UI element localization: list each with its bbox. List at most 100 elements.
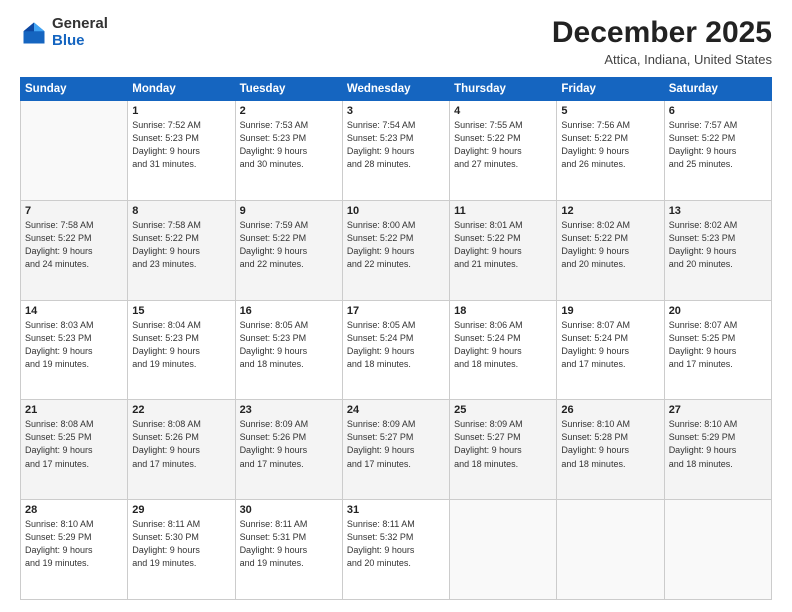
day-number: 1 xyxy=(132,105,230,117)
calendar-day-cell: 5 Sunrise: 7:56 AM Sunset: 5:22 PM Daylig… xyxy=(557,101,664,201)
calendar-day-header: Tuesday xyxy=(235,78,342,101)
day-info: Sunrise: 8:05 AM Sunset: 5:24 PM Dayligh… xyxy=(347,319,445,371)
calendar-day-cell: 22 Sunrise: 8:08 AM Sunset: 5:26 PM Dayli… xyxy=(128,400,235,500)
calendar-day-cell: 25 Sunrise: 8:09 AM Sunset: 5:27 PM Dayli… xyxy=(450,400,557,500)
calendar-day-cell: 1 Sunrise: 7:52 AM Sunset: 5:23 PM Daylig… xyxy=(128,101,235,201)
logo-icon xyxy=(20,19,48,47)
calendar-day-cell: 8Sunrise: 7:58 AM Sunset: 5:22 PM Daylig… xyxy=(128,200,235,300)
day-info: Sunrise: 8:00 AM Sunset: 5:22 PM Dayligh… xyxy=(347,219,445,271)
calendar-day-cell: 29 Sunrise: 8:11 AM Sunset: 5:30 PM Dayli… xyxy=(128,500,235,600)
day-number: 9 xyxy=(240,205,338,217)
calendar-day-header: Saturday xyxy=(664,78,771,101)
calendar-day-cell xyxy=(450,500,557,600)
day-info: Sunrise: 7:53 AM Sunset: 5:23 PM Dayligh… xyxy=(240,119,338,171)
calendar-table: SundayMondayTuesdayWednesdayThursdayFrid… xyxy=(20,77,772,600)
calendar-day-cell: 24 Sunrise: 8:09 AM Sunset: 5:27 PM Dayli… xyxy=(342,400,449,500)
calendar-week-row: 7 Sunrise: 7:58 AM Sunset: 5:22 PM Daylig… xyxy=(21,200,772,300)
day-number: 29 xyxy=(132,504,230,516)
calendar-day-cell: 9 Sunrise: 7:59 AM Sunset: 5:22 PM Daylig… xyxy=(235,200,342,300)
day-number: 28 xyxy=(25,504,123,516)
day-number: 6 xyxy=(669,105,767,117)
day-number: 20 xyxy=(669,305,767,317)
day-number: 18 xyxy=(454,305,552,317)
calendar-day-cell: 14 Sunrise: 8:03 AM Sunset: 5:23 PM Dayli… xyxy=(21,300,128,400)
day-info: Sunrise: 8:08 AM Sunset: 5:26 PM Dayligh… xyxy=(132,418,230,470)
day-info: Sunrise: 8:11 AM Sunset: 5:32 PM Dayligh… xyxy=(347,518,445,570)
calendar-day-header: Friday xyxy=(557,78,664,101)
day-number: 4 xyxy=(454,105,552,117)
day-number: 11 xyxy=(454,205,552,217)
calendar-day-cell: 26 Sunrise: 8:10 AM Sunset: 5:28 PM Dayli… xyxy=(557,400,664,500)
calendar-day-header: Thursday xyxy=(450,78,557,101)
calendar-day-cell: 13 Sunrise: 8:02 AM Sunset: 5:23 PM Dayli… xyxy=(664,200,771,300)
calendar-day-cell: 6Sunrise: 7:57 AM Sunset: 5:22 PM Daylig… xyxy=(664,101,771,201)
day-info: Sunrise: 7:52 AM Sunset: 5:23 PM Dayligh… xyxy=(132,119,230,171)
day-number: 24 xyxy=(347,404,445,416)
day-info: Sunrise: 8:02 AM Sunset: 5:22 PM Dayligh… xyxy=(561,219,659,271)
day-number: 12 xyxy=(561,205,659,217)
day-number: 5 xyxy=(561,105,659,117)
day-number: 22 xyxy=(132,404,230,416)
day-number: 25 xyxy=(454,404,552,416)
day-number: 30 xyxy=(240,504,338,516)
logo-blue-text: Blue xyxy=(52,33,108,50)
calendar-day-cell: 27 Sunrise: 8:10 AM Sunset: 5:29 PM Dayli… xyxy=(664,400,771,500)
day-number: 23 xyxy=(240,404,338,416)
day-info: Sunrise: 8:10 AM Sunset: 5:29 PM Dayligh… xyxy=(669,418,767,470)
calendar-day-cell: 19 Sunrise: 8:07 AM Sunset: 5:24 PM Dayli… xyxy=(557,300,664,400)
subtitle: Attica, Indiana, United States xyxy=(552,52,772,67)
page: General Blue December 2025 Attica, India… xyxy=(0,0,792,612)
calendar-day-cell: 2 Sunrise: 7:53 AM Sunset: 5:23 PM Daylig… xyxy=(235,101,342,201)
day-number: 26 xyxy=(561,404,659,416)
day-info: Sunrise: 7:58 AM Sunset: 5:22 PM Dayligh… xyxy=(132,219,230,271)
day-number: 10 xyxy=(347,205,445,217)
logo: General Blue xyxy=(20,16,108,49)
calendar-day-header: Sunday xyxy=(21,78,128,101)
day-info: Sunrise: 8:08 AM Sunset: 5:25 PM Dayligh… xyxy=(25,418,123,470)
day-info: Sunrise: 8:11 AM Sunset: 5:30 PM Dayligh… xyxy=(132,518,230,570)
calendar-day-cell: 15Sunrise: 8:04 AM Sunset: 5:23 PM Dayli… xyxy=(128,300,235,400)
logo-general-text: General xyxy=(52,16,108,33)
header: General Blue December 2025 Attica, India… xyxy=(20,16,772,67)
day-info: Sunrise: 8:04 AM Sunset: 5:23 PM Dayligh… xyxy=(132,319,230,371)
calendar-day-cell: 7Sunrise: 7:58 AM Sunset: 5:22 PM Daylig… xyxy=(21,200,128,300)
calendar-week-row: 28 Sunrise: 8:10 AM Sunset: 5:29 PM Dayli… xyxy=(21,500,772,600)
calendar-day-cell: 17Sunrise: 8:05 AM Sunset: 5:24 PM Dayli… xyxy=(342,300,449,400)
calendar-day-cell: 30Sunrise: 8:11 AM Sunset: 5:31 PM Dayli… xyxy=(235,500,342,600)
calendar-day-cell: 23Sunrise: 8:09 AM Sunset: 5:26 PM Dayli… xyxy=(235,400,342,500)
day-number: 27 xyxy=(669,404,767,416)
day-info: Sunrise: 8:09 AM Sunset: 5:27 PM Dayligh… xyxy=(454,418,552,470)
calendar-day-cell: 21 Sunrise: 8:08 AM Sunset: 5:25 PM Dayli… xyxy=(21,400,128,500)
day-number: 2 xyxy=(240,105,338,117)
calendar-day-cell: 31Sunrise: 8:11 AM Sunset: 5:32 PM Dayli… xyxy=(342,500,449,600)
logo-text: General Blue xyxy=(52,16,108,49)
calendar-day-cell xyxy=(21,101,128,201)
day-number: 13 xyxy=(669,205,767,217)
day-info: Sunrise: 8:10 AM Sunset: 5:28 PM Dayligh… xyxy=(561,418,659,470)
calendar-week-row: 1 Sunrise: 7:52 AM Sunset: 5:23 PM Daylig… xyxy=(21,101,772,201)
calendar-day-cell xyxy=(664,500,771,600)
day-info: Sunrise: 8:06 AM Sunset: 5:24 PM Dayligh… xyxy=(454,319,552,371)
day-number: 21 xyxy=(25,404,123,416)
day-number: 14 xyxy=(25,305,123,317)
main-title: December 2025 xyxy=(552,16,772,50)
calendar-week-row: 14 Sunrise: 8:03 AM Sunset: 5:23 PM Dayli… xyxy=(21,300,772,400)
calendar-day-cell: 18 Sunrise: 8:06 AM Sunset: 5:24 PM Dayli… xyxy=(450,300,557,400)
day-info: Sunrise: 8:07 AM Sunset: 5:24 PM Dayligh… xyxy=(561,319,659,371)
calendar-day-cell: 28 Sunrise: 8:10 AM Sunset: 5:29 PM Dayli… xyxy=(21,500,128,600)
day-number: 19 xyxy=(561,305,659,317)
day-info: Sunrise: 8:07 AM Sunset: 5:25 PM Dayligh… xyxy=(669,319,767,371)
calendar-week-row: 21 Sunrise: 8:08 AM Sunset: 5:25 PM Dayli… xyxy=(21,400,772,500)
day-info: Sunrise: 7:59 AM Sunset: 5:22 PM Dayligh… xyxy=(240,219,338,271)
day-number: 7 xyxy=(25,205,123,217)
day-info: Sunrise: 8:05 AM Sunset: 5:23 PM Dayligh… xyxy=(240,319,338,371)
day-info: Sunrise: 7:56 AM Sunset: 5:22 PM Dayligh… xyxy=(561,119,659,171)
calendar-day-cell: 10 Sunrise: 8:00 AM Sunset: 5:22 PM Dayli… xyxy=(342,200,449,300)
day-info: Sunrise: 8:02 AM Sunset: 5:23 PM Dayligh… xyxy=(669,219,767,271)
day-info: Sunrise: 8:03 AM Sunset: 5:23 PM Dayligh… xyxy=(25,319,123,371)
day-info: Sunrise: 8:01 AM Sunset: 5:22 PM Dayligh… xyxy=(454,219,552,271)
calendar-day-cell: 16Sunrise: 8:05 AM Sunset: 5:23 PM Dayli… xyxy=(235,300,342,400)
day-info: Sunrise: 7:55 AM Sunset: 5:22 PM Dayligh… xyxy=(454,119,552,171)
day-info: Sunrise: 8:10 AM Sunset: 5:29 PM Dayligh… xyxy=(25,518,123,570)
day-info: Sunrise: 8:09 AM Sunset: 5:27 PM Dayligh… xyxy=(347,418,445,470)
